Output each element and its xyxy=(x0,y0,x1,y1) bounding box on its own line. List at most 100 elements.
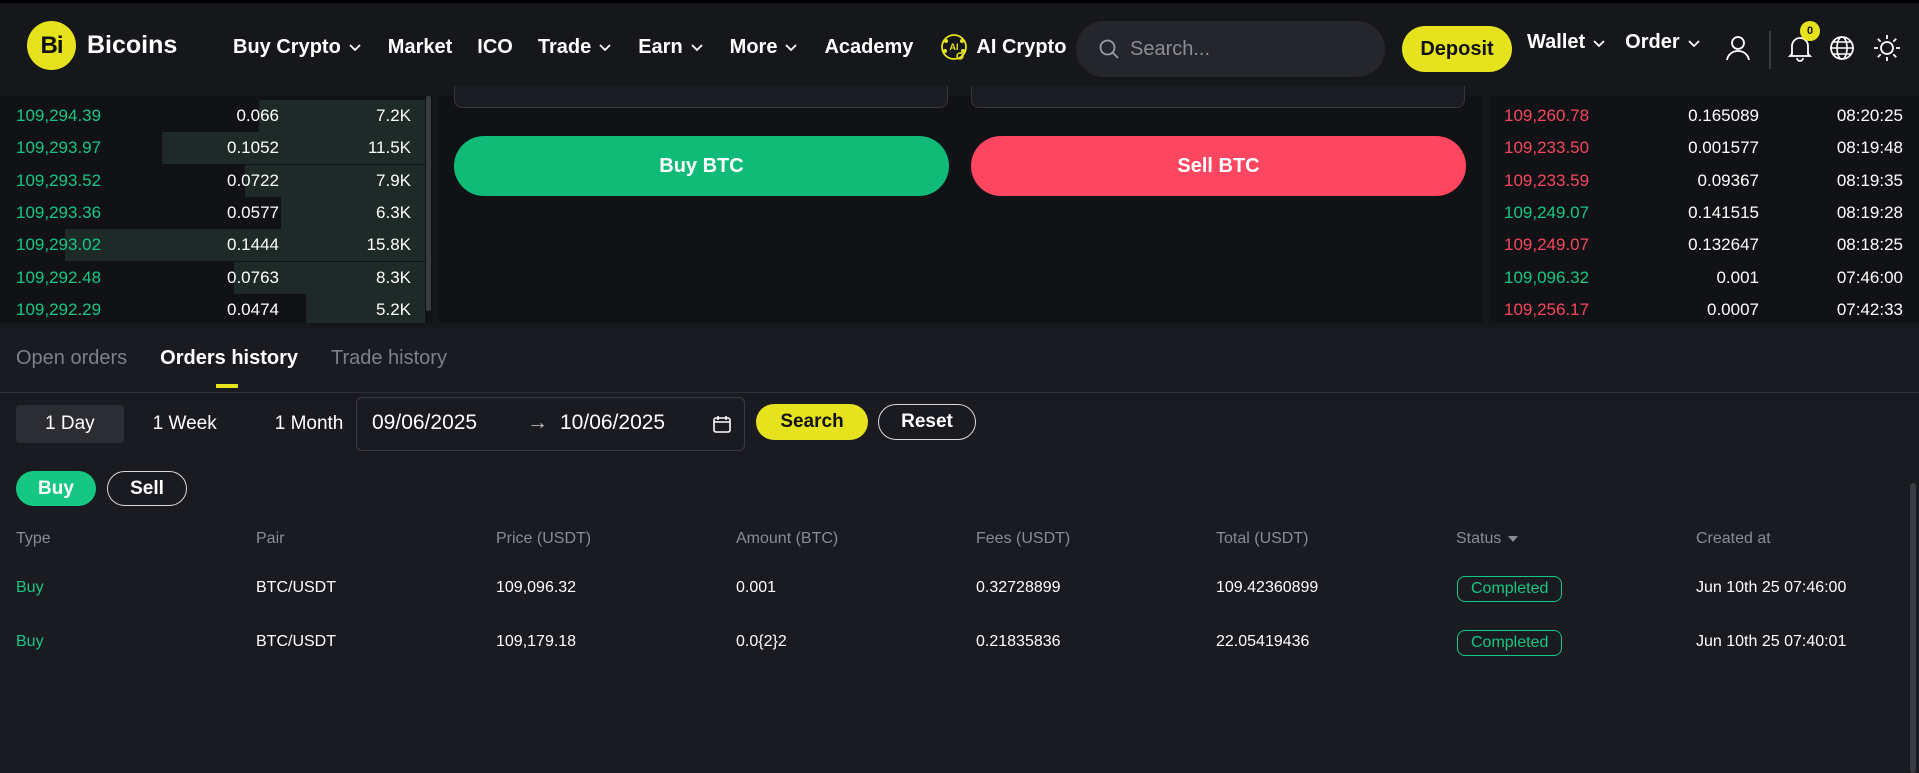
buy-btc-button[interactable]: Buy BTC xyxy=(454,136,949,196)
orderbook-row[interactable]: 109,294.39 0.066 7.2K xyxy=(0,100,425,132)
orderbook-row[interactable]: 109,292.48 0.0763 8.3K xyxy=(0,261,425,294)
filter-sell-button[interactable]: Sell xyxy=(107,471,187,506)
sell-input-field[interactable] xyxy=(971,86,1465,108)
tab-open-orders[interactable]: Open orders xyxy=(16,347,127,370)
nav-item-more[interactable]: More xyxy=(730,36,800,59)
column-header-pair: Pair xyxy=(256,530,285,547)
nav-item-buy-crypto[interactable]: Buy Crypto xyxy=(233,36,363,59)
nav-item-trade[interactable]: Trade xyxy=(538,36,613,59)
trade-price: 109,249.07 xyxy=(1504,202,1590,222)
range-1-day-button[interactable]: 1 Day xyxy=(16,405,124,443)
cell-type: Buy xyxy=(16,579,44,596)
nav-item-label: Earn xyxy=(638,35,683,58)
cell-pair: BTC/USDT xyxy=(256,633,336,650)
calendar-icon[interactable] xyxy=(712,414,732,434)
trade-time: 08:19:28 xyxy=(1836,202,1903,222)
orderbook-row[interactable]: 109,292.29 0.0474 5.2K xyxy=(0,293,425,323)
table-row[interactable]: Buy BTC/USDT 109,096.32 0.001 0.32728899 109.… xyxy=(0,569,1900,609)
orderbook-price: 109,293.02 xyxy=(16,235,102,255)
cell-price: 109,096.32 xyxy=(496,579,577,596)
nav-item-ico[interactable]: ICO xyxy=(477,36,513,59)
chevron-down-icon xyxy=(1687,39,1700,47)
orderbook-row[interactable]: 109,293.97 0.1052 11.5K xyxy=(0,132,425,165)
chevron-down-icon xyxy=(691,44,703,52)
table-row[interactable]: Buy BTC/USDT 109,179.18 0.0{2}2 0.21835836 22… xyxy=(0,623,1900,663)
orderbook-total: 5.2K xyxy=(376,299,411,319)
cell-fees: 0.21835836 xyxy=(976,633,1061,650)
range-1-week-button[interactable]: 1 Week xyxy=(124,405,246,443)
globe-icon[interactable] xyxy=(1827,33,1857,63)
orderbook-row[interactable]: 109,293.02 0.1444 15.8K xyxy=(0,229,425,262)
tab-orders-history[interactable]: Orders history xyxy=(160,347,298,388)
orderbook-amount: 0.0474 xyxy=(227,299,279,319)
trade-row: 109,260.78 0.165089 08:20:25 xyxy=(1489,100,1919,132)
trade-amount: 0.09367 xyxy=(1697,170,1759,190)
orderbook-row[interactable]: 109,293.52 0.0722 7.9K xyxy=(0,164,425,197)
trade-price: 109,256.17 xyxy=(1504,299,1590,319)
recent-trades-panel: 109,260.78 0.165089 08:20:25 109,233.50 0.00… xyxy=(1489,96,1919,323)
nav-item-label: Order xyxy=(1625,31,1680,53)
orderbook-total: 11.5K xyxy=(367,138,411,158)
deposit-button[interactable]: Deposit xyxy=(1402,26,1512,72)
search-button[interactable]: Search xyxy=(756,404,868,440)
column-header-status-label: Status xyxy=(1456,530,1502,547)
cell-total: 109.42360899 xyxy=(1216,579,1319,596)
date-to[interactable]: 10/06/2025 xyxy=(560,411,665,435)
page-scrollbar[interactable] xyxy=(1910,483,1916,773)
orders-panel: Open orders Orders history Trade history… xyxy=(0,328,1919,773)
range-selector: 1 Day 1 Week 1 Month xyxy=(16,405,372,443)
reset-button[interactable]: Reset xyxy=(878,404,976,440)
nav-item-label: Academy xyxy=(824,35,914,58)
nav-item-order[interactable]: Order xyxy=(1625,31,1701,54)
orderbook-price: 109,293.36 xyxy=(16,202,102,222)
user-icon[interactable] xyxy=(1723,33,1753,63)
orderbook-amount: 0.066 xyxy=(236,106,279,125)
trade-row: 109,256.17 0.0007 07:42:33 xyxy=(1489,294,1919,326)
main-menu: Buy Crypto Market ICO Trade Earn More Ac… xyxy=(233,31,1091,63)
filter-buy-button[interactable]: Buy xyxy=(16,471,96,506)
cell-type: Buy xyxy=(16,633,44,650)
trade-price: 109,096.32 xyxy=(1504,267,1590,287)
trade-row: 109,233.59 0.09367 08:19:35 xyxy=(1489,165,1919,197)
nav-item-label: Buy Crypto xyxy=(233,35,341,58)
chevron-down-icon xyxy=(599,44,611,52)
sell-btc-button[interactable]: Sell BTC xyxy=(971,136,1466,196)
search-input[interactable] xyxy=(1130,37,1360,61)
brand-logo[interactable]: Bi Bicoins xyxy=(27,21,177,70)
column-header-status[interactable]: Status xyxy=(1456,530,1519,548)
nav-item-earn[interactable]: Earn xyxy=(638,36,704,59)
status-badge: Completed xyxy=(1457,576,1563,602)
orderbook-row[interactable]: 109,293.36 0.0577 6.3K xyxy=(0,196,425,229)
trade-amount: 0.001 xyxy=(1716,267,1759,287)
tab-trade-history[interactable]: Trade history xyxy=(331,347,447,370)
trade-amount: 0.141515 xyxy=(1688,202,1759,222)
ai-icon-text: AI xyxy=(950,42,959,52)
range-1-month-button[interactable]: 1 Month xyxy=(246,405,373,443)
nav-item-ai-crypto[interactable]: AI AI Crypto xyxy=(938,31,1066,63)
trade-row: 109,233.50 0.001577 08:19:48 xyxy=(1489,132,1919,164)
logo-mark-icon: Bi xyxy=(27,21,76,70)
cell-fees: 0.32728899 xyxy=(976,579,1061,596)
nav-item-label: Wallet xyxy=(1527,31,1586,53)
cell-amount: 0.0{2}2 xyxy=(736,633,787,650)
orders-tabs: Open orders Orders history Trade history xyxy=(16,347,480,388)
nav-item-wallet[interactable]: Wallet xyxy=(1527,31,1607,54)
trade-row: 109,096.32 0.001 07:46:00 xyxy=(1489,262,1919,294)
orderbook-total: 7.2K xyxy=(376,106,411,125)
date-range-arrow-icon: → xyxy=(527,411,548,434)
buy-input-field[interactable] xyxy=(454,86,948,108)
nav-item-academy[interactable]: Academy xyxy=(824,36,913,59)
nav-item-label: Market xyxy=(387,35,453,58)
nav-item-market[interactable]: Market xyxy=(388,36,452,59)
theme-sun-icon[interactable] xyxy=(1872,33,1902,63)
orderbook-price: 109,294.39 xyxy=(16,106,102,125)
cell-amount: 0.001 xyxy=(736,579,777,596)
orderbook-amount: 0.1052 xyxy=(227,138,279,158)
orderbook-scrollbar[interactable] xyxy=(426,96,431,311)
date-from[interactable]: 09/06/2025 xyxy=(372,411,477,435)
date-range-picker[interactable]: 09/06/2025 → 10/06/2025 xyxy=(356,397,745,451)
search-box[interactable] xyxy=(1076,21,1385,77)
orderbook-total: 15.8K xyxy=(366,235,411,255)
orderbook-price: 109,293.52 xyxy=(16,170,102,190)
column-header-fees: Fees (USDT) xyxy=(976,530,1071,547)
